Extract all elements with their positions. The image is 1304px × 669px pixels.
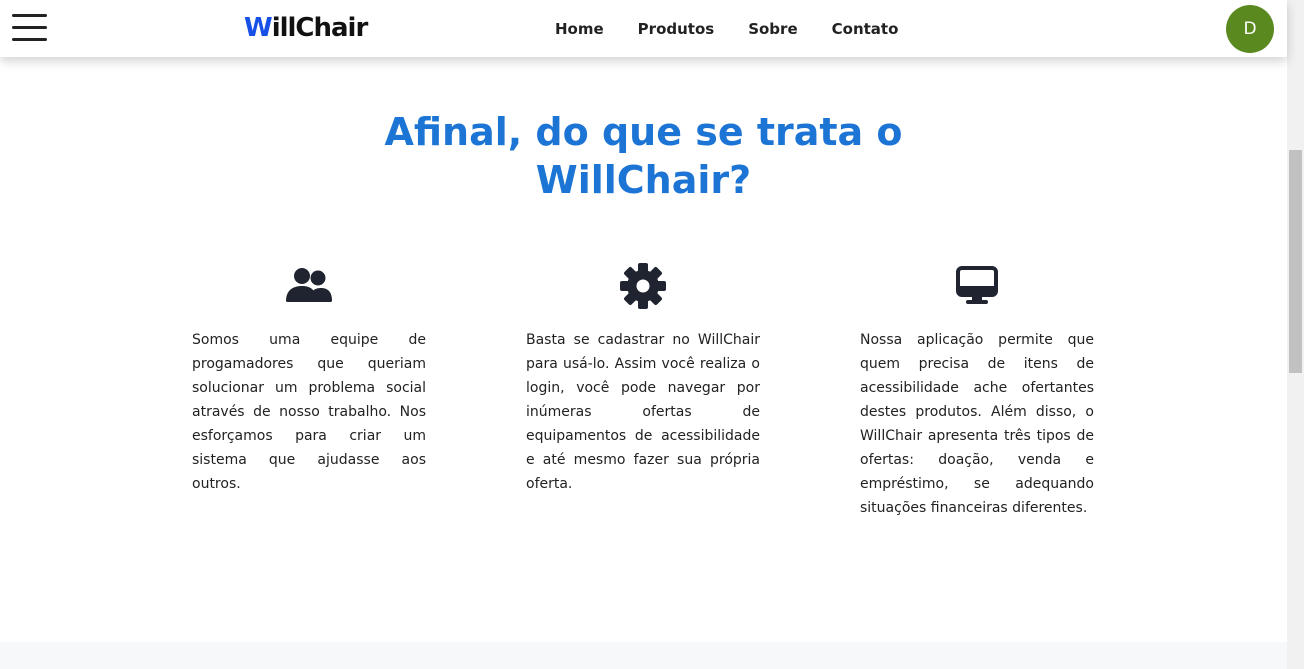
feature-text: Somos uma equipe de progamadores que que… <box>192 332 426 492</box>
menu-bar <box>12 38 47 41</box>
section-title-line-2: WillChair? <box>535 158 752 202</box>
hamburger-menu-icon[interactable] <box>12 14 48 42</box>
feature-text: Nossa aplicação permite que quem precisa… <box>860 332 1094 516</box>
menu-bar <box>12 14 47 17</box>
logo[interactable]: WillChair <box>244 11 369 45</box>
nav-link-contato[interactable]: Contato <box>832 19 899 39</box>
nav-link-produtos[interactable]: Produtos <box>638 19 715 39</box>
next-section-band <box>0 642 1287 669</box>
feature-card-usage: Basta se cadastrar no WillChair para usá… <box>526 262 760 496</box>
section-title: Afinal, do que se trata o WillChair? <box>0 108 1287 204</box>
vertical-scrollbar[interactable] <box>1287 0 1304 669</box>
nav-links: Home Produtos Sobre Contato <box>555 19 932 39</box>
section-title-line-1: Afinal, do que se trata o <box>384 110 903 154</box>
nav-link-home[interactable]: Home <box>555 19 604 39</box>
logo-first-letter: W <box>244 13 273 43</box>
feature-card-application: Nossa aplicação permite que quem precisa… <box>860 262 1094 520</box>
scrollbar-thumb[interactable] <box>1289 150 1302 373</box>
gear-icon <box>526 262 760 310</box>
menu-bar <box>12 26 47 29</box>
logo-text: illChair <box>271 13 369 43</box>
desktop-icon <box>860 262 1094 310</box>
users-icon <box>192 262 426 310</box>
feature-text: Basta se cadastrar no WillChair para usá… <box>526 332 760 492</box>
nav-link-sobre[interactable]: Sobre <box>748 19 797 39</box>
user-avatar[interactable]: D <box>1226 5 1274 53</box>
feature-card-team: Somos uma equipe de progamadores que que… <box>192 262 426 496</box>
page: WillChair Home Produtos Sobre Contato D … <box>0 0 1304 669</box>
navbar: WillChair Home Produtos Sobre Contato D <box>0 0 1287 57</box>
